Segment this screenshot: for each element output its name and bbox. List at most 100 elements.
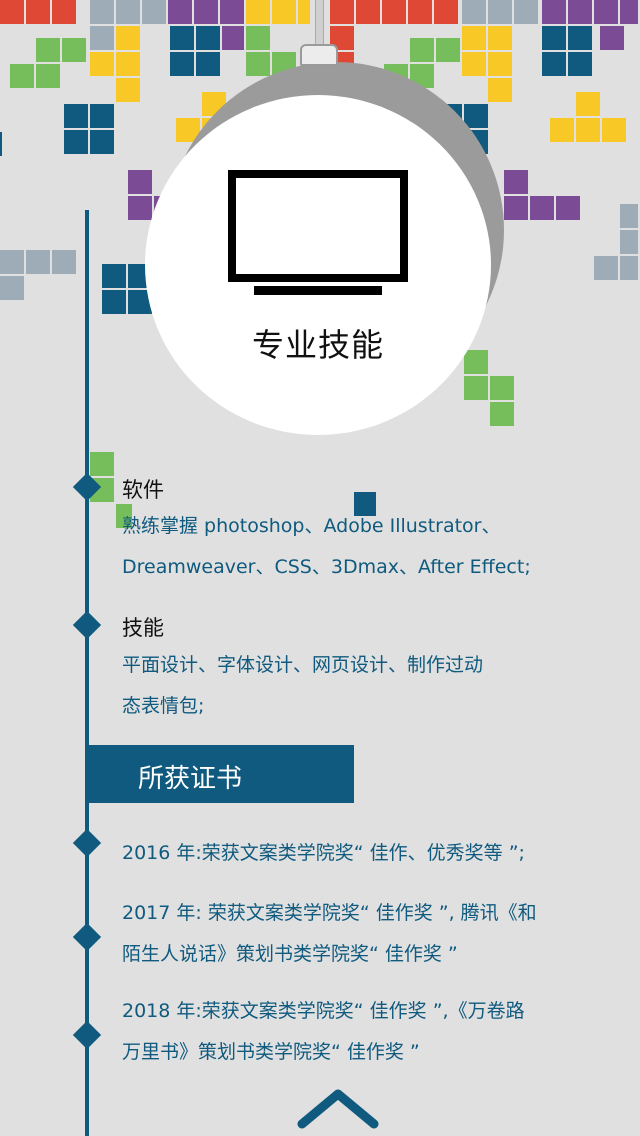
certificate-2018-line2: 万里书》策划书类学院奖“ 佳作奖 ”: [122, 1041, 420, 1063]
tetris-block: [490, 402, 514, 426]
tetris-block: [36, 64, 60, 88]
tetris-block: [196, 26, 220, 50]
tetris-block: [272, 0, 296, 24]
tetris-block: [488, 52, 512, 76]
hanging-wire: [315, 0, 324, 46]
certificates-title: 所获证书: [138, 764, 243, 794]
tetris-block: [514, 0, 538, 24]
tetris-block: [52, 0, 76, 24]
tetris-block: [90, 452, 114, 476]
tetris-block: [102, 264, 126, 288]
tetris-block: [102, 290, 126, 314]
tetris-block: [462, 0, 486, 24]
tetris-block: [490, 376, 514, 400]
tetris-block: [542, 52, 566, 76]
tetris-block: [26, 0, 50, 24]
tetris-block: [36, 38, 60, 62]
tetris-block: [0, 0, 24, 24]
tetris-block: [330, 0, 354, 24]
tetris-block: [594, 0, 618, 24]
tetris-block: [620, 230, 638, 254]
tetris-block: [356, 0, 380, 24]
tetris-block: [462, 52, 486, 76]
tetris-block: [542, 0, 566, 24]
tetris-block: [488, 78, 512, 102]
tetris-block: [504, 196, 528, 220]
timeline-marker: [72, 610, 102, 640]
certificate-2016: 2016 年:荣获文案类学院奖“ 佳作、优秀奖等 ”;: [122, 842, 525, 864]
tetris-block: [142, 0, 166, 24]
tetris-block: [90, 26, 114, 50]
tetris-block: [464, 350, 488, 374]
tetris-block: [196, 52, 220, 76]
tetris-block: [464, 376, 488, 400]
tetris-block: [434, 0, 458, 24]
tetris-block: [246, 52, 270, 76]
tetris-block: [116, 78, 140, 102]
tetris-block: [620, 256, 638, 280]
tetris-block: [550, 118, 574, 142]
tetris-block: [568, 0, 592, 24]
tetris-block: [556, 196, 580, 220]
tetris-block: [576, 118, 600, 142]
tetris-block: [222, 26, 244, 50]
tetris-block: [576, 92, 600, 116]
tetris-block: [64, 104, 88, 128]
tetris-block: [90, 104, 114, 128]
tetris-block: [410, 38, 434, 62]
tetris-block: [298, 0, 310, 24]
page-title: 专业技能: [251, 326, 384, 364]
tetris-block: [90, 0, 114, 24]
tetris-block: [128, 196, 152, 220]
tetris-block: [62, 38, 86, 62]
tetris-block: [0, 250, 24, 274]
timeline-marker: [72, 922, 102, 952]
timeline-marker: [72, 1020, 102, 1050]
tetris-block: [436, 38, 460, 62]
skill-text-software-line2: Dreamweaver、CSS、3Dmax、After Effect;: [122, 556, 531, 578]
tetris-block: [620, 204, 638, 228]
tetris-block: [620, 0, 638, 24]
skill-text-skills-line2: 态表情包;: [122, 695, 205, 717]
tetris-block: [220, 0, 244, 24]
tetris-block: [0, 276, 24, 300]
tetris-block: [594, 256, 618, 280]
timeline-marker: [72, 828, 102, 858]
tetris-block: [246, 26, 270, 50]
tetris-block: [194, 0, 218, 24]
tetris-block: [128, 170, 152, 194]
tetris-block: [530, 196, 554, 220]
tetris-block: [488, 0, 512, 24]
tetris-block: [462, 26, 486, 50]
tetris-block: [568, 52, 592, 76]
certificate-2018-line1: 2018 年:荣获文案类学院奖“ 佳作奖 ”,《万卷路: [122, 1000, 525, 1022]
tetris-block: [382, 0, 406, 24]
skill-text-skills-line1: 平面设计、字体设计、网页设计、制作过动: [122, 654, 484, 676]
tetris-block: [600, 26, 624, 50]
tetris-block: [602, 118, 626, 142]
certificate-2017-line2: 陌生人说话》策划书类学院奖“ 佳作奖 ”: [122, 943, 458, 965]
skill-text-software-line1: 熟练掌握 photoshop、Adobe Illustrator、: [122, 515, 501, 537]
tetris-block: [488, 26, 512, 50]
chevron-up-icon[interactable]: [296, 1084, 380, 1130]
tetris-block: [116, 26, 140, 50]
tetris-block: [90, 130, 114, 154]
tetris-block: [0, 132, 2, 156]
tetris-block: [568, 26, 592, 50]
lamp-cap: [300, 44, 338, 66]
tetris-block: [408, 0, 432, 24]
tetris-block: [168, 0, 192, 24]
certificate-2017-line1: 2017 年: 荣获文案类学院奖“ 佳作奖 ”, 腾讯《和: [122, 902, 537, 924]
tetris-block: [504, 170, 528, 194]
tetris-block: [116, 52, 140, 76]
tetris-block: [464, 104, 488, 128]
tetris-block: [542, 26, 566, 50]
tetris-block: [90, 52, 114, 76]
tetris-block: [170, 52, 194, 76]
skill-heading-software: 软件: [122, 478, 164, 502]
timeline-line: [85, 210, 89, 1136]
tetris-block: [116, 0, 140, 24]
skill-heading-skills: 技能: [122, 616, 164, 640]
tetris-block: [52, 250, 76, 274]
tetris-block: [170, 26, 194, 50]
